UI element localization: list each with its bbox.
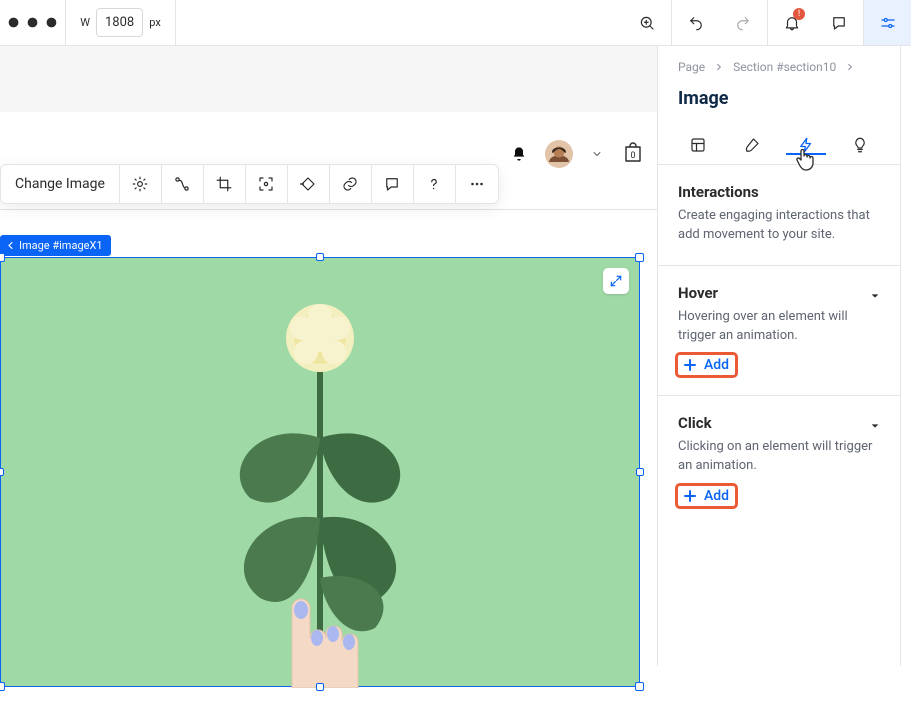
brush-icon (743, 136, 761, 154)
crop-button[interactable] (204, 165, 246, 203)
interactions-heading: Interactions (678, 183, 880, 201)
collapse-caret-icon[interactable] (870, 421, 880, 431)
focal-point-icon (257, 175, 275, 193)
change-image-label: Change Image (15, 176, 105, 192)
hover-section: Hover Hovering over an element will trig… (658, 266, 900, 397)
animation-button[interactable] (162, 165, 204, 203)
avatar[interactable] (545, 140, 573, 168)
expand-icon (609, 274, 623, 288)
resize-handle-s[interactable] (316, 683, 324, 691)
resize-handle-sw[interactable] (0, 682, 5, 691)
interactions-section: Interactions Create engaging interaction… (658, 165, 900, 266)
path-animation-icon (173, 175, 191, 193)
width-unit: px (149, 16, 161, 29)
inspector-toggle-button[interactable] (863, 0, 911, 45)
collapse-caret-icon[interactable] (870, 291, 880, 301)
cart-button[interactable]: 0 (621, 140, 645, 168)
resize-handle-n[interactable] (316, 253, 324, 261)
crop-icon (215, 175, 233, 193)
flower-illustration (190, 268, 450, 688)
top-menu-more-button[interactable] (0, 0, 66, 45)
inspector-panel: Page Section #section10 Image Interactio… (657, 46, 901, 666)
notifications-button[interactable]: ! (767, 0, 815, 45)
plus-icon (684, 490, 696, 502)
hover-heading: Hover (678, 284, 718, 302)
breadcrumb-section[interactable]: Section #section10 (733, 60, 836, 74)
click-heading: Click (678, 414, 712, 432)
selection-tag-label: Image #imageX1 (19, 239, 103, 252)
image-floating-toolbar: Change Image (0, 164, 499, 204)
expand-image-button[interactable] (603, 268, 629, 294)
focal-point-button[interactable] (246, 165, 288, 203)
panel-title: Image (658, 74, 900, 125)
gear-icon (131, 175, 149, 193)
interactions-desc: Create engaging interactions that add mo… (678, 207, 880, 245)
help-icon (425, 175, 443, 193)
image-settings-button[interactable] (120, 165, 162, 203)
link-button[interactable] (330, 165, 372, 203)
click-section: Click Clicking on an element will trigge… (658, 396, 900, 526)
chevron-left-icon (6, 241, 15, 250)
resize-handle-se[interactable] (635, 682, 644, 691)
add-click-button[interactable]: Add (678, 486, 735, 506)
lightbulb-icon (851, 136, 869, 154)
add-hover-label: Add (704, 357, 729, 373)
undo-button[interactable] (671, 0, 719, 45)
selection-tag[interactable]: Image #imageX1 (0, 235, 111, 256)
selected-image[interactable] (0, 257, 640, 687)
inspector-tabs (658, 125, 900, 165)
tab-tips[interactable] (844, 136, 876, 154)
zoom-button[interactable] (623, 0, 671, 45)
resize-handle-nw[interactable] (0, 253, 5, 262)
click-desc: Clicking on an element will trigger an a… (678, 438, 880, 476)
resize-handle-e[interactable] (636, 468, 644, 476)
canvas-background (0, 46, 657, 112)
change-image-button[interactable]: Change Image (1, 165, 120, 203)
cursor-hand-icon (794, 147, 816, 171)
shape-mask-icon (299, 175, 317, 193)
help-button[interactable] (414, 165, 456, 203)
chevron-right-icon (715, 60, 723, 74)
add-click-label: Add (704, 488, 729, 504)
header-bell-icon (511, 146, 527, 162)
toolbar-comment-button[interactable] (372, 165, 414, 203)
link-icon (341, 175, 359, 193)
redo-icon (734, 14, 752, 32)
resize-handle-ne[interactable] (635, 253, 644, 262)
width-input[interactable]: 1808 (96, 8, 143, 37)
canvas-width-control: W 1808 px (66, 0, 176, 45)
width-label: W (80, 16, 90, 29)
plus-icon (684, 359, 696, 371)
sliders-icon (879, 14, 897, 32)
notification-badge: ! (793, 8, 805, 20)
breadcrumb-page[interactable]: Page (678, 60, 705, 74)
breadcrumb: Page Section #section10 (658, 46, 900, 74)
zoom-in-icon (638, 14, 656, 32)
toolbar-more-button[interactable] (456, 165, 498, 203)
resize-handle-w[interactable] (0, 468, 4, 476)
chat-icon (830, 14, 848, 32)
layout-icon (689, 136, 707, 154)
add-hover-button[interactable]: Add (678, 355, 735, 375)
undo-icon (687, 14, 705, 32)
tab-design[interactable] (736, 136, 768, 154)
hover-desc: Hovering over an element will trigger an… (678, 308, 880, 346)
mask-button[interactable] (288, 165, 330, 203)
account-chevron-down-icon[interactable] (591, 148, 603, 160)
tab-layout[interactable] (682, 136, 714, 154)
cart-count: 0 (621, 151, 645, 161)
redo-button[interactable] (719, 0, 767, 45)
more-icon (468, 175, 486, 193)
comments-button[interactable] (815, 0, 863, 45)
chevron-right-icon (846, 60, 854, 74)
comment-icon (383, 175, 401, 193)
